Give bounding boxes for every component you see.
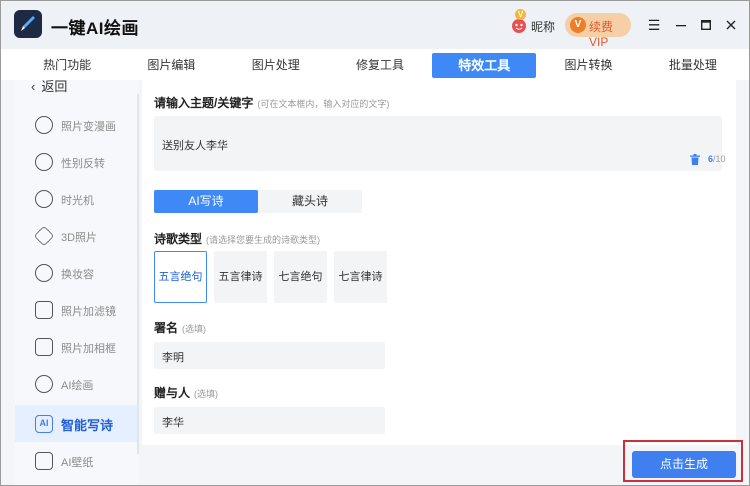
sidebar-item-label: 换妆容 <box>61 269 94 281</box>
generate-button[interactable]: 点击生成 <box>632 451 736 478</box>
poem-type-option[interactable]: 七言律诗 <box>334 251 387 303</box>
signature-hint: (选填) <box>182 324 207 334</box>
layers-icon <box>33 225 55 247</box>
signature-label: 署名 <box>154 321 179 335</box>
ai-poem-icon: AI <box>35 415 53 433</box>
tab-repair-tools[interactable]: 修复工具 <box>328 53 432 78</box>
tab-list: 热门功能 图片编辑 图片处理 修复工具 特效工具 图片转换 批量处理 <box>15 53 745 78</box>
tab-effect-tools[interactable]: 特效工具 <box>432 53 537 78</box>
sidebar-item-label: 照片变漫画 <box>61 121 116 133</box>
sidebar-item-gender-swap[interactable]: 性别反转 <box>15 143 139 180</box>
poem-form-panel: 请输入主题/关键字 (可在文本框内，输入对应的文字) 送别友人李华 6/10 AI… <box>142 80 736 445</box>
recipient-input[interactable]: 李华 <box>154 407 385 434</box>
sidebar-item-label: 照片加相框 <box>61 343 116 355</box>
tab-image-process[interactable]: 图片处理 <box>224 53 328 78</box>
poem-type-heading: 诗歌类型 (请选择您要生成的诗歌类型) <box>154 230 320 247</box>
vip-badge: V <box>515 9 526 20</box>
signature-input[interactable]: 李明 <box>154 342 385 369</box>
tab-bar: 热门功能 图片编辑 图片处理 修复工具 特效工具 图片转换 批量处理 <box>1 49 749 80</box>
tab-image-convert[interactable]: 图片转换 <box>536 53 640 78</box>
title-bar: 一键AI绘画 V 昵称 V 续费VIP ☰ <box>1 1 749 49</box>
app-window: 一键AI绘画 V 昵称 V 续费VIP ☰ 热门功能 图片编辑 图片处理 修复工… <box>0 0 750 486</box>
sidebar-item-label: AI壁纸 <box>61 457 94 469</box>
sidebar-item-ai-poem[interactable]: AI 智能写诗 <box>15 405 139 442</box>
wallpaper-icon <box>35 452 53 470</box>
topic-value: 送别友人李华 <box>162 140 228 152</box>
nickname-label[interactable]: 昵称 <box>531 18 555 35</box>
sidebar-item-label: 3D照片 <box>61 232 98 244</box>
poem-type-option[interactable]: 七言绝句 <box>274 251 327 303</box>
frame-icon <box>35 338 53 356</box>
tab-image-edit[interactable]: 图片编辑 <box>119 53 223 78</box>
sidebar-scrollbar[interactable] <box>137 94 139 454</box>
topic-heading: 请输入主题/关键字 (可在文本框内，输入对应的文字) <box>154 94 389 111</box>
sidebar-item-ai-wallpaper[interactable]: AI壁纸 <box>15 442 139 479</box>
poem-type-hint: (请选择您要生成的诗歌类型) <box>206 235 321 245</box>
recipient-hint: (选填) <box>194 389 219 399</box>
chevron-left-icon: ‹ <box>31 80 36 94</box>
menu-icon[interactable]: ☰ <box>644 15 664 35</box>
back-button[interactable]: ‹ 返回 <box>31 80 67 95</box>
sidebar: ‹ 返回 照片变漫画 性别反转 时光机 3D照片 换妆容 照片加滤镜 照片加相框… <box>15 80 139 485</box>
sidebar-item-time-machine[interactable]: 时光机 <box>15 180 139 217</box>
sidebar-item-label: 智能写诗 <box>61 418 114 433</box>
tab-ai-poem[interactable]: AI写诗 <box>154 190 258 213</box>
signature-heading: 署名 (选填) <box>154 319 206 336</box>
tab-acrostic-poem[interactable]: 藏头诗 <box>258 190 362 213</box>
char-max: /10 <box>713 154 726 164</box>
topic-label: 请输入主题/关键字 <box>154 96 254 110</box>
char-counter: 6/10 <box>708 154 726 164</box>
renew-vip-button[interactable]: V 续费VIP <box>565 13 631 49</box>
sidebar-item-makeup[interactable]: 换妆容 <box>15 254 139 291</box>
signature-value: 李明 <box>162 352 184 364</box>
close-icon[interactable] <box>721 15 741 35</box>
sidebar-item-filter[interactable]: 照片加滤镜 <box>15 291 139 328</box>
topic-hint: (可在文本框内，输入对应的文字) <box>257 99 390 109</box>
gender-icon <box>35 153 53 171</box>
recipient-heading: 赠与人 (选填) <box>154 384 218 401</box>
recipient-value: 李华 <box>162 417 184 429</box>
poem-type-label: 诗歌类型 <box>154 232 203 246</box>
topic-input[interactable]: 送别友人李华 6/10 <box>154 116 726 171</box>
app-logo-icon <box>14 10 42 38</box>
filter-icon <box>35 301 53 319</box>
sidebar-item-label: 时光机 <box>61 195 94 207</box>
tab-batch-process[interactable]: 批量处理 <box>641 53 745 78</box>
vip-icon: V <box>570 17 586 33</box>
ai-paint-icon <box>35 375 53 393</box>
poem-type-option[interactable]: 五言律诗 <box>214 251 267 303</box>
sidebar-item-frame[interactable]: 照片加相框 <box>15 328 139 365</box>
cartoon-face-icon <box>35 116 53 134</box>
minimize-icon[interactable] <box>671 15 691 35</box>
trash-icon[interactable] <box>690 154 700 165</box>
maximize-icon[interactable] <box>696 15 716 35</box>
renew-vip-label: 续费VIP <box>589 20 614 49</box>
sidebar-item-label: 照片加滤镜 <box>61 306 116 318</box>
poem-type-option[interactable]: 五言绝句 <box>154 251 207 303</box>
app-title: 一键AI绘画 <box>51 19 139 38</box>
back-label: 返回 <box>41 80 68 94</box>
recipient-label: 赠与人 <box>154 386 191 400</box>
clock-icon <box>35 190 53 208</box>
sidebar-item-label: AI绘画 <box>61 380 94 392</box>
sidebar-item-label: 性别反转 <box>61 158 105 170</box>
tab-hot-features[interactable]: 热门功能 <box>15 53 119 78</box>
poem-mode-toggle: AI写诗 藏头诗 <box>154 190 362 213</box>
makeup-icon <box>35 264 53 282</box>
sidebar-item-ai-paint[interactable]: AI绘画 <box>15 365 139 402</box>
sidebar-item-3d-photo[interactable]: 3D照片 <box>15 217 139 254</box>
sidebar-item-cartoon[interactable]: 照片变漫画 <box>15 106 139 143</box>
